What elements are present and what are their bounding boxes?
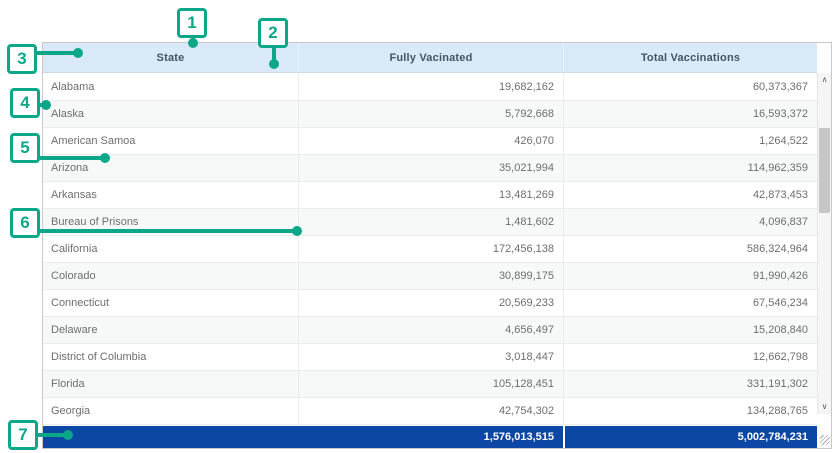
cell-fully-vaccinated: 42,754,302 bbox=[298, 398, 563, 424]
marker-number: 1 bbox=[187, 13, 196, 33]
marker-box: 1 bbox=[177, 8, 207, 38]
cell-fully-vaccinated: 1,481,602 bbox=[298, 209, 563, 235]
marker-box: 3 bbox=[7, 44, 37, 74]
marker-dot bbox=[63, 430, 73, 440]
table-row[interactable]: Alaska 5,792,668 16,593,372 bbox=[43, 101, 817, 128]
cell-state: Florida bbox=[43, 371, 298, 397]
cell-state: California bbox=[43, 236, 298, 262]
resize-grip-icon[interactable] bbox=[820, 435, 830, 445]
scrollbar-thumb[interactable] bbox=[819, 128, 830, 213]
cell-fully-vaccinated: 13,481,269 bbox=[298, 182, 563, 208]
marker-number: 7 bbox=[18, 425, 27, 445]
cell-fully-vaccinated: 3,018,447 bbox=[298, 344, 563, 370]
vaccination-table: State Fully Vacinated Total Vaccinations… bbox=[42, 42, 832, 449]
cell-fully-vaccinated: 172,456,138 bbox=[298, 236, 563, 262]
marker-dot bbox=[41, 100, 51, 110]
cell-state: Alaska bbox=[43, 101, 298, 127]
table-body: Alabama 19,682,162 60,373,367 Alaska 5,7… bbox=[43, 74, 817, 425]
cell-total-vaccinations: 4,096,837 bbox=[563, 209, 817, 235]
table-row[interactable]: California 172,456,138 586,324,964 bbox=[43, 236, 817, 263]
marker-dot bbox=[292, 226, 302, 236]
chevron-up-icon: ∧ bbox=[822, 76, 828, 84]
chevron-down-icon: ∨ bbox=[822, 403, 828, 411]
cell-total-vaccinations: 42,873,453 bbox=[563, 182, 817, 208]
cell-total-vaccinations: 12,662,798 bbox=[563, 344, 817, 370]
scroll-up-button[interactable]: ∧ bbox=[818, 73, 831, 87]
table-row[interactable]: American Samoa 426,070 1,264,522 bbox=[43, 128, 817, 155]
cell-fully-vaccinated: 19,682,162 bbox=[298, 74, 563, 100]
marker-dot bbox=[100, 153, 110, 163]
marker-number: 6 bbox=[20, 213, 29, 233]
cell-fully-vaccinated: 4,656,497 bbox=[298, 317, 563, 343]
cell-fully-vaccinated: 105,128,451 bbox=[298, 371, 563, 397]
totals-row: 1,576,013,515 5,002,784,231 bbox=[43, 426, 817, 448]
table-row[interactable]: Arkansas 13,481,269 42,873,453 bbox=[43, 182, 817, 209]
cell-fully-vaccinated: 5,792,668 bbox=[298, 101, 563, 127]
marker-number: 2 bbox=[268, 23, 277, 43]
marker-box: 7 bbox=[8, 420, 38, 450]
marker-number: 4 bbox=[20, 93, 29, 113]
table-row[interactable]: Delaware 4,656,497 15,208,840 bbox=[43, 317, 817, 344]
table-row[interactable]: Connecticut 20,569,233 67,546,234 bbox=[43, 290, 817, 317]
column-header-total-vaccinations[interactable]: Total Vaccinations bbox=[563, 43, 817, 72]
marker-connector-line bbox=[40, 229, 298, 233]
cell-state: Delaware bbox=[43, 317, 298, 343]
cell-total-vaccinations: 15,208,840 bbox=[563, 317, 817, 343]
cell-total-vaccinations: 331,191,302 bbox=[563, 371, 817, 397]
cell-state: Colorado bbox=[43, 263, 298, 289]
marker-dot bbox=[73, 48, 83, 58]
cell-fully-vaccinated: 30,899,175 bbox=[298, 263, 563, 289]
cell-fully-vaccinated: 426,070 bbox=[298, 128, 563, 154]
cell-total-vaccinations: 67,546,234 bbox=[563, 290, 817, 316]
cell-state: Georgia bbox=[43, 398, 298, 424]
cell-total-vaccinations: 134,288,765 bbox=[563, 398, 817, 424]
page: State Fully Vacinated Total Vaccinations… bbox=[0, 0, 833, 453]
vertical-scrollbar[interactable]: ∧ ∨ bbox=[817, 73, 831, 414]
total-fully-vaccinated: 1,576,013,515 bbox=[43, 426, 563, 448]
cell-total-vaccinations: 1,264,522 bbox=[563, 128, 817, 154]
cell-fully-vaccinated: 35,021,994 bbox=[298, 155, 563, 181]
table-row[interactable]: District of Columbia 3,018,447 12,662,79… bbox=[43, 344, 817, 371]
cell-state: Alabama bbox=[43, 74, 298, 100]
marker-dot bbox=[188, 38, 198, 48]
cell-fully-vaccinated: 20,569,233 bbox=[298, 290, 563, 316]
total-total-vaccinations: 5,002,784,231 bbox=[565, 426, 817, 448]
marker-box: 6 bbox=[10, 208, 40, 238]
cell-total-vaccinations: 91,990,426 bbox=[563, 263, 817, 289]
scroll-down-button[interactable]: ∨ bbox=[818, 400, 831, 414]
cell-state: American Samoa bbox=[43, 128, 298, 154]
marker-dot bbox=[269, 59, 279, 69]
marker-box: 5 bbox=[10, 133, 40, 163]
cell-total-vaccinations: 60,373,367 bbox=[563, 74, 817, 100]
cell-state: District of Columbia bbox=[43, 344, 298, 370]
marker-box: 4 bbox=[10, 88, 40, 118]
cell-total-vaccinations: 114,962,359 bbox=[563, 155, 817, 181]
cell-total-vaccinations: 16,593,372 bbox=[563, 101, 817, 127]
column-header-fully-vaccinated[interactable]: Fully Vacinated bbox=[298, 43, 563, 72]
table-row[interactable]: Florida 105,128,451 331,191,302 bbox=[43, 371, 817, 398]
marker-box: 2 bbox=[258, 18, 288, 48]
table-row[interactable]: Georgia 42,754,302 134,288,765 bbox=[43, 398, 817, 425]
table-row[interactable]: Arizona 35,021,994 114,962,359 bbox=[43, 155, 817, 182]
table-header-row: State Fully Vacinated Total Vaccinations bbox=[43, 43, 817, 73]
table-row[interactable]: Alabama 19,682,162 60,373,367 bbox=[43, 74, 817, 101]
marker-connector-line bbox=[40, 156, 106, 160]
marker-number: 3 bbox=[17, 49, 26, 69]
marker-number: 5 bbox=[20, 138, 29, 158]
cell-total-vaccinations: 586,324,964 bbox=[563, 236, 817, 262]
cell-state: Arkansas bbox=[43, 182, 298, 208]
table-row[interactable]: Colorado 30,899,175 91,990,426 bbox=[43, 263, 817, 290]
cell-state: Connecticut bbox=[43, 290, 298, 316]
